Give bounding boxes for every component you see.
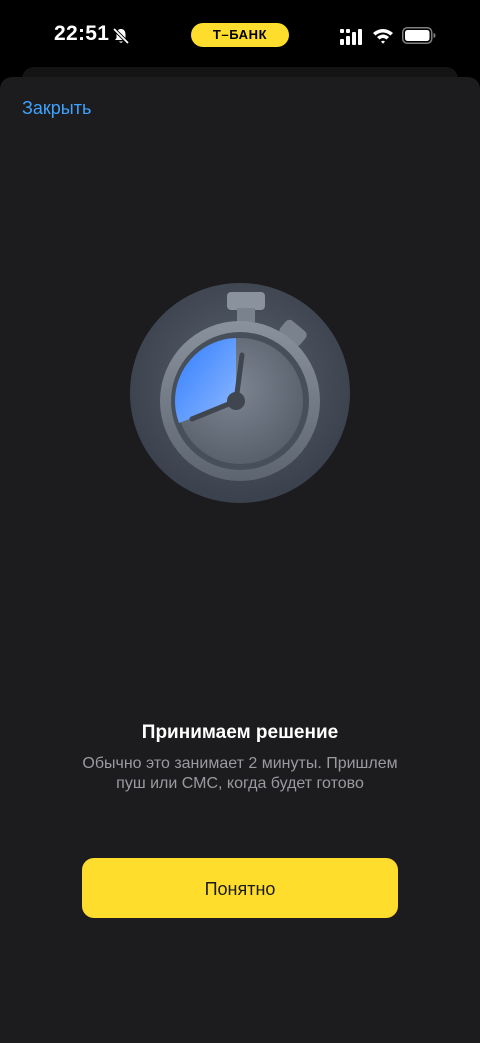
carrier-pill: Т–БАНК <box>191 23 289 47</box>
page-subtitle: Обычно это занимает 2 минуты. Пришлем пу… <box>82 755 398 792</box>
page-title: Принимаем решение <box>141 722 339 743</box>
signal-icon <box>340 29 362 45</box>
understood-button[interactable]: Понятно <box>82 858 398 918</box>
close-link[interactable]: Закрыть <box>22 98 91 119</box>
battery-icon <box>402 27 436 44</box>
status-time: 22:51 <box>54 22 110 45</box>
status-bar: 22:51 Т–БАНК <box>0 0 480 72</box>
wifi-icon <box>373 29 393 44</box>
stopwatch-icon <box>130 283 350 503</box>
bell-off-icon <box>112 27 130 45</box>
